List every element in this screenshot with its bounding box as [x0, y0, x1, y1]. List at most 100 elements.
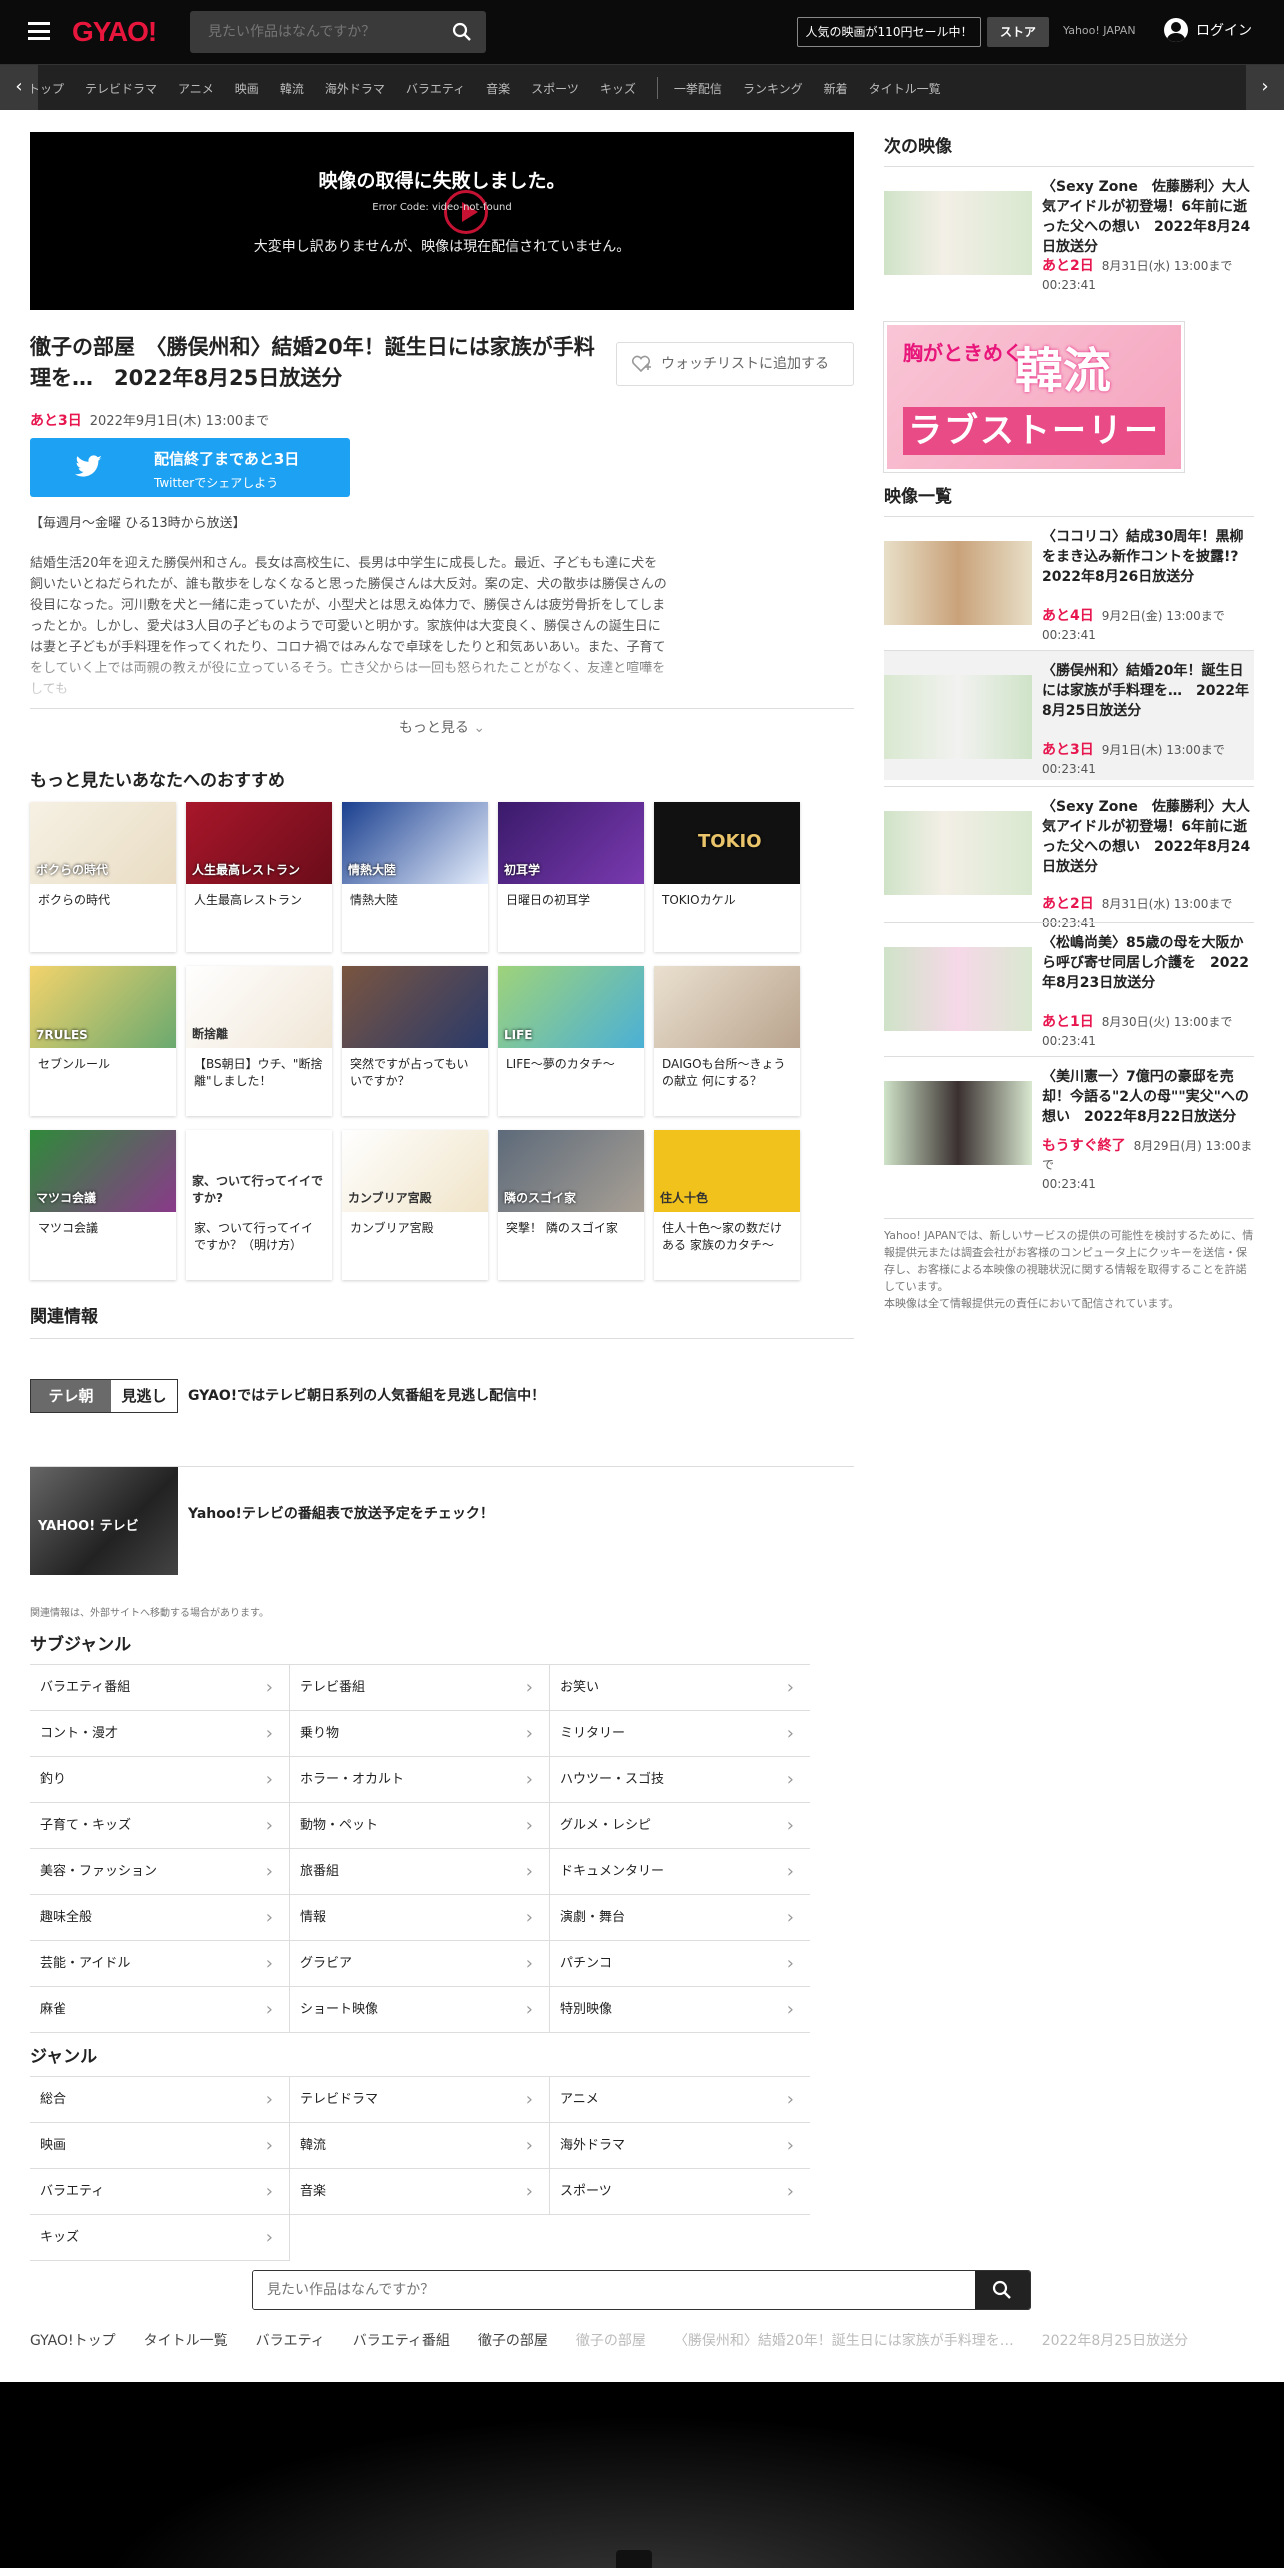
genre-item[interactable]: 海外ドラマ — [550, 2123, 810, 2169]
korean-drama-banner[interactable]: 胸がときめく 韓流 ラブストーリー — [884, 322, 1184, 472]
related-item[interactable]: テレ朝 見逃し GYAO!ではテレビ朝日系列の人気番組を見逃し配信中！ — [30, 1338, 854, 1458]
video-player[interactable]: 映像の取得に失敗しました。 Error Code: video-not-foun… — [30, 132, 854, 310]
nav-item[interactable]: アニメ — [178, 80, 214, 97]
nav-item[interactable]: スポーツ — [531, 80, 579, 97]
recommend-name: 日曜日の初耳学 — [506, 893, 591, 907]
recommend-card[interactable]: 突然ですが占ってもいいですか？ — [342, 966, 488, 1116]
subgenre-item[interactable]: バラエティ番組 — [30, 1665, 290, 1711]
recommend-card[interactable]: 人生最高レストラン 人生最高レストラン — [186, 802, 332, 952]
breadcrumb-link[interactable]: 徹子の部屋 — [478, 2330, 548, 2350]
genre-item[interactable]: 総合 — [30, 2077, 290, 2123]
subgenre-item[interactable]: 趣味全般 — [30, 1895, 290, 1941]
recommend-card[interactable]: LIFE LIFE～夢のカタチ～ — [498, 966, 644, 1116]
subgenre-item[interactable]: ホラー・オカルト — [290, 1757, 550, 1803]
recommend-card[interactable]: カンブリア宮殿 カンブリア宮殿 — [342, 1130, 488, 1280]
nav-item[interactable]: 海外ドラマ — [325, 80, 385, 97]
bottom-search-input[interactable] — [253, 2271, 977, 2309]
show-more-button[interactable]: もっと見る ⌄ — [30, 708, 854, 746]
subgenre-item[interactable]: 麻雀 — [30, 1987, 290, 2033]
genre-item[interactable]: 韓流 — [290, 2123, 550, 2169]
genre-item[interactable]: 映画 — [30, 2123, 290, 2169]
subgenre-item[interactable]: グラビア — [290, 1941, 550, 1987]
subgenre-item[interactable]: パチンコ — [550, 1941, 810, 1987]
subgenre-item[interactable]: お笑い — [550, 1665, 810, 1711]
nav-item[interactable]: バラエティ — [406, 80, 465, 97]
thumbnail-title: 情熱大陸 — [348, 863, 397, 877]
nav-item[interactable]: 音楽 — [486, 80, 510, 97]
subgenre-item[interactable]: コント・漫才 — [30, 1711, 290, 1757]
subgenre-item[interactable]: 演劇・舞台 — [550, 1895, 810, 1941]
search-input[interactable] — [190, 11, 430, 53]
login-button[interactable]: ログイン — [1164, 18, 1252, 42]
breadcrumb-link[interactable]: バラエティ — [256, 2330, 325, 2350]
video-list-item[interactable]: 〈Sexy Zone 佐藤勝利〉大人気アイドルが初登場！6年前に逝った父への想い… — [884, 786, 1254, 930]
breadcrumb-link[interactable]: タイトル一覧 — [144, 2330, 228, 2350]
genre-item[interactable]: バラエティ — [30, 2169, 290, 2215]
watchlist-button[interactable]: ウォッチリストに追加する — [616, 342, 854, 386]
nav-next-button[interactable]: › — [1246, 65, 1284, 111]
bottom-search-button[interactable] — [975, 2271, 1030, 2309]
video-list-item[interactable]: 〈ココリコ〉結成30周年！黒柳をまき込み新作コントを披露!? 2022年8月26… — [884, 516, 1254, 646]
subgenre-item[interactable]: ショート映像 — [290, 1987, 550, 2033]
subgenre-item[interactable]: テレビ番組 — [290, 1665, 550, 1711]
subgenre-item[interactable]: 芸能・アイドル — [30, 1941, 290, 1987]
subgenre-item[interactable]: ミリタリー — [550, 1711, 810, 1757]
subgenre-item[interactable]: グルメ・レシピ — [550, 1803, 810, 1849]
recommend-card[interactable]: 隣のスゴイ家 突撃！ 隣のスゴイ家 — [498, 1130, 644, 1280]
recommend-name: 突然ですが占ってもいいですか？ — [350, 1057, 469, 1088]
genre-item[interactable]: スポーツ — [550, 2169, 810, 2215]
subgenre-item[interactable]: 動物・ペット — [290, 1803, 550, 1849]
related-item[interactable]: YAHOO! テレビ Yahoo!テレビの番組表で放送予定をチェック！ — [30, 1466, 854, 1592]
recommend-card[interactable]: 断捨離 【BS朝日】ウチ、"断捨離"しました！ — [186, 966, 332, 1116]
genre-item[interactable]: アニメ — [550, 2077, 810, 2123]
footer-tab[interactable] — [616, 2550, 652, 2568]
nav-item[interactable]: キッズ — [600, 80, 636, 97]
nav-item[interactable]: トップ — [28, 80, 64, 97]
breadcrumb-link[interactable]: GYAO!トップ — [30, 2330, 116, 2350]
recommend-name: セブンルール — [38, 1057, 111, 1071]
yahoo-japan-link[interactable]: Yahoo! JAPAN — [1063, 24, 1136, 37]
remaining-badge: あと2日 — [1042, 896, 1094, 912]
recommend-card[interactable]: ボクらの時代 ボクらの時代 — [30, 802, 176, 952]
recommend-card[interactable]: 住人十色 住人十色～家の数だけある 家族のカタチ～ — [654, 1130, 800, 1280]
breadcrumb-link[interactable]: バラエティ番組 — [353, 2330, 450, 2350]
recommend-card[interactable]: DAIGOも台所～きょうの献立 何にする？ — [654, 966, 800, 1116]
nav-item[interactable]: タイトル一覧 — [869, 80, 941, 97]
subgenre-item[interactable]: 釣り — [30, 1757, 290, 1803]
subgenre-item[interactable]: 特別映像 — [550, 1987, 810, 2033]
subgenre-item[interactable]: 旅番組 — [290, 1849, 550, 1895]
nav-item[interactable]: 映画 — [235, 80, 259, 97]
twitter-share-button[interactable]: 配信終了まであと3日 Twitterでシェアしよう — [30, 438, 350, 497]
nav-item[interactable]: テレビドラマ — [85, 80, 157, 97]
recommend-card[interactable]: 初耳学 日曜日の初耳学 — [498, 802, 644, 952]
genre-item[interactable]: キッズ — [30, 2215, 290, 2261]
subgenre-item[interactable]: 乗り物 — [290, 1711, 550, 1757]
recommend-card[interactable]: 7RULES セブンルール — [30, 966, 176, 1116]
remaining-badge: あと4日 — [1042, 608, 1094, 624]
nav-item[interactable]: ランキング — [743, 80, 803, 97]
menu-icon[interactable] — [28, 22, 50, 40]
store-button[interactable]: ストア — [987, 17, 1049, 47]
recommend-card[interactable]: マツコ会議 マツコ会議 — [30, 1130, 176, 1280]
subgenre-item[interactable]: 美容・ファッション — [30, 1849, 290, 1895]
breadcrumb-current: 徹子の部屋 — [575, 2333, 646, 2349]
recommend-card[interactable]: 情熱大陸 情熱大陸 — [342, 802, 488, 952]
nav-item[interactable]: 一挙配信 — [674, 80, 722, 97]
search-icon[interactable] — [452, 22, 472, 42]
next-video-item[interactable]: 〈Sexy Zone 佐藤勝利〉大人気アイドルが初登場！6年前に逝った父への想い… — [884, 166, 1254, 296]
subgenre-item[interactable]: ハウツー・スゴ技 — [550, 1757, 810, 1803]
recommend-card[interactable]: 家、ついて行ってイイですか? 家、ついて行ってイイですか？（明け方） — [186, 1130, 332, 1280]
subgenre-item[interactable]: 子育て・キッズ — [30, 1803, 290, 1849]
recommend-card[interactable]: TOKIO TOKIOカケル — [654, 802, 800, 952]
genre-item[interactable]: 音楽 — [290, 2169, 550, 2215]
subgenre-item[interactable]: 情報 — [290, 1895, 550, 1941]
video-list-item[interactable]: 〈勝俣州和〉結婚20年！誕生日には家族が手料理を… 2022年8月25日放送分あ… — [884, 650, 1254, 780]
video-list-item[interactable]: 〈松嶋尚美〉85歳の母を大阪から呼び寄せ同居し介護を 2022年8月23日放送分… — [884, 922, 1254, 1052]
nav-item[interactable]: 韓流 — [280, 80, 304, 97]
nav-item[interactable]: 新着 — [824, 80, 848, 97]
gyao-logo[interactable]: GYAO! — [72, 16, 157, 48]
video-list-item[interactable]: 〈美川憲一〉7億円の豪邸を売却！今語る"2人の母""実父"への想い 2022年8… — [884, 1056, 1254, 1191]
genre-item[interactable]: テレビドラマ — [290, 2077, 550, 2123]
sale-link[interactable]: 人気の映画が110円セール中！ — [797, 17, 981, 47]
subgenre-item[interactable]: ドキュメンタリー — [550, 1849, 810, 1895]
